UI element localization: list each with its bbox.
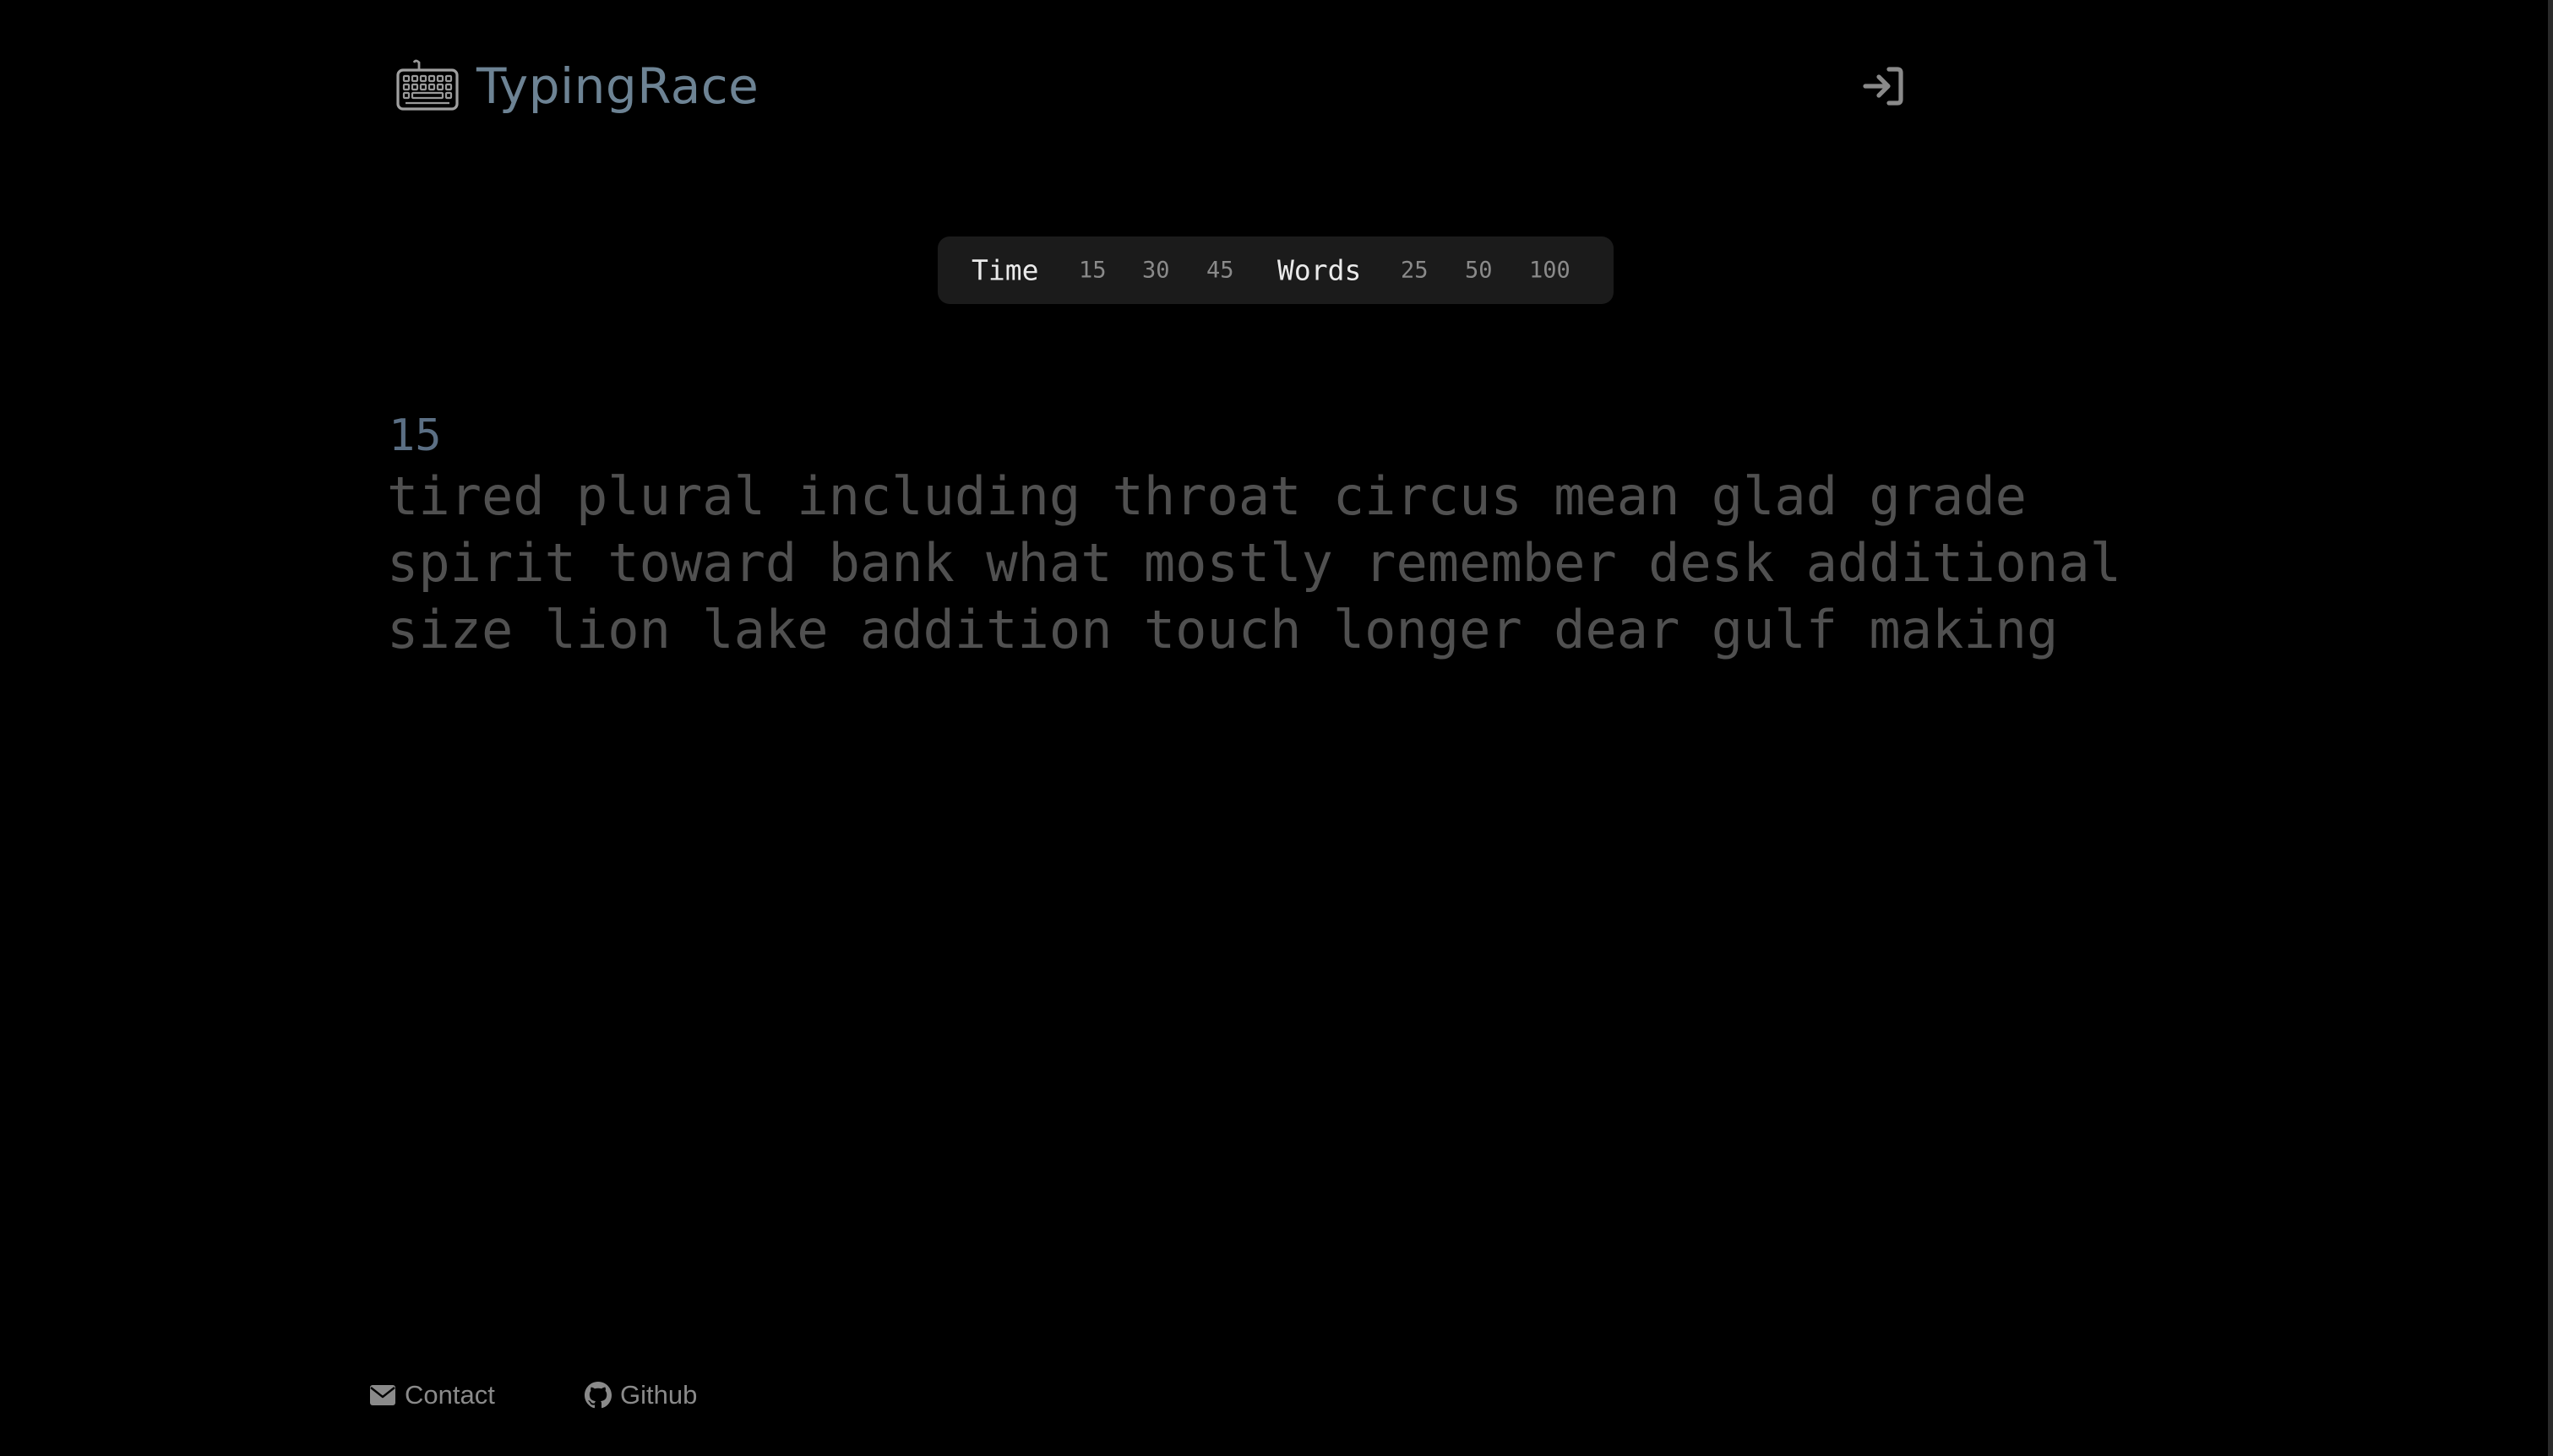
words-option-50[interactable]: 50 xyxy=(1465,258,1493,284)
contact-link[interactable]: Contact xyxy=(369,1380,495,1410)
sign-in-icon xyxy=(1863,67,1903,106)
countdown-timer: 15 xyxy=(389,410,442,461)
brand-logo-link[interactable]: TypingRace xyxy=(395,54,759,118)
words-option-100[interactable]: 100 xyxy=(1529,258,1570,284)
word-line: spirit toward bank what mostly remember … xyxy=(387,532,2121,594)
keyboard-icon xyxy=(396,59,459,111)
time-option-45[interactable]: 45 xyxy=(1206,258,1234,284)
test-mode-bar: Time 15 30 45 Words 25 50 100 xyxy=(938,236,1614,304)
time-option-15[interactable]: 15 xyxy=(1079,258,1107,284)
word-line: size lion lake addition touch longer dea… xyxy=(387,599,2059,660)
github-link[interactable]: Github xyxy=(585,1380,697,1410)
word-line: tired plural including throat circus mea… xyxy=(387,465,2028,527)
login-button[interactable] xyxy=(1860,62,1908,110)
words-option-25[interactable]: 25 xyxy=(1401,258,1429,284)
github-label: Github xyxy=(620,1380,698,1410)
contact-label: Contact xyxy=(405,1380,495,1410)
mode-time-button[interactable]: Time xyxy=(972,254,1038,287)
envelope-icon xyxy=(370,1385,395,1405)
mode-words-button[interactable]: Words xyxy=(1277,254,1361,287)
time-option-30[interactable]: 30 xyxy=(1142,258,1170,284)
typing-text-area[interactable]: tired plural including throat circus mea… xyxy=(387,463,2161,663)
github-icon xyxy=(585,1382,612,1409)
brand-title: TypingRace xyxy=(476,57,759,115)
window-edge xyxy=(2548,0,2553,1456)
